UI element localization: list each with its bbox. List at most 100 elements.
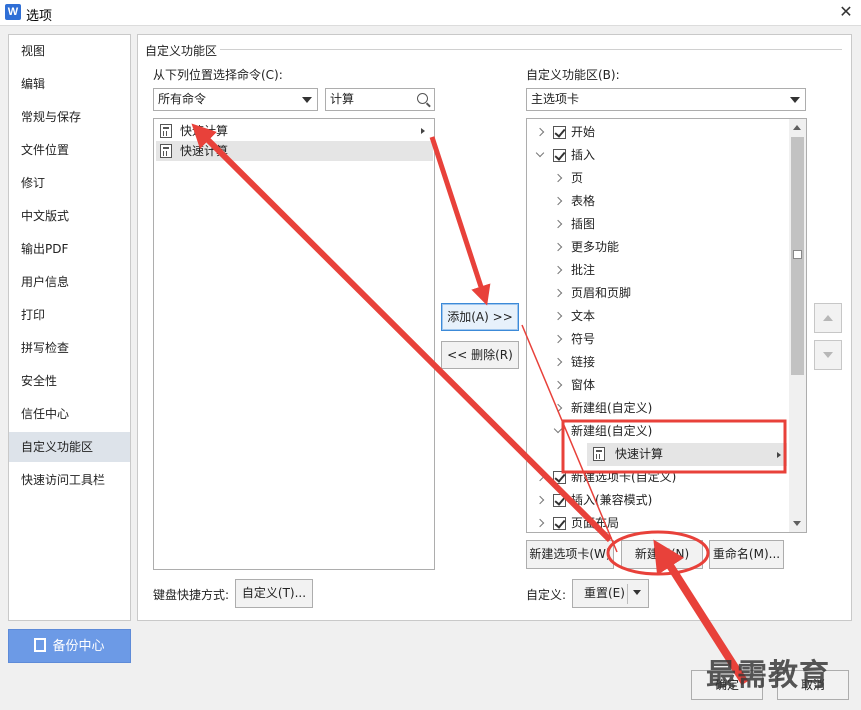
scroll-up-icon[interactable]	[793, 125, 801, 130]
move-up-button[interactable]	[814, 303, 842, 333]
chevron-right-icon[interactable]	[553, 242, 563, 252]
checkbox[interactable]	[553, 126, 566, 139]
tree-item[interactable]: 窗体	[527, 374, 787, 397]
move-down-button[interactable]	[814, 340, 842, 370]
keyboard-customize-button[interactable]: 自定义(T)...	[235, 579, 313, 608]
chevron-right-icon[interactable]	[553, 173, 563, 183]
checkbox[interactable]	[553, 517, 566, 530]
add-button[interactable]: 添加(A) >>	[441, 303, 519, 331]
tree-item[interactable]: 更多功能	[527, 236, 787, 259]
tree-item-label: 插入	[571, 148, 596, 162]
tree-item-label: 更多功能	[571, 240, 620, 254]
chevron-down-icon	[302, 97, 312, 103]
chevron-right-icon[interactable]	[553, 403, 563, 413]
dropdown-separator	[627, 584, 628, 604]
tree-item-label: 新建组(自定义)	[571, 424, 653, 438]
command-list[interactable]: 快速计算 快速计算	[153, 118, 435, 570]
tree-item[interactable]: 快速计算	[587, 443, 787, 466]
tree-item[interactable]: 页眉和页脚	[527, 282, 787, 305]
group-divider	[220, 49, 842, 50]
tree-item-label: 链接	[571, 355, 596, 369]
watermark-text: 最需教育	[706, 658, 830, 693]
scroll-down-icon[interactable]	[793, 521, 801, 526]
reset-dropdown-button[interactable]: 重置(E)	[572, 579, 649, 608]
calculator-icon	[160, 124, 172, 138]
new-group-button[interactable]: 新建组(N)	[621, 540, 703, 569]
search-icon[interactable]	[417, 93, 428, 104]
tree-item-label: 窗体	[571, 378, 596, 392]
chevron-right-icon[interactable]	[553, 288, 563, 298]
close-icon[interactable]: ✕	[836, 2, 856, 22]
nav-item[interactable]: 常规与保存	[9, 102, 130, 132]
tree-item[interactable]: 新建组(自定义)	[527, 397, 787, 420]
options-nav: 视图 编辑 常规与保存 文件位置 修订 中文版式 输出PDF 用户信息 打印 拼写检查 安全性 信任中…	[8, 34, 131, 621]
ribbon-tree[interactable]: 开始插入页表格插图更多功能批注页眉和页脚 文本 符号链接窗体新建组(自定义) 新建组(…	[526, 118, 807, 533]
chevron-right-icon[interactable]	[553, 380, 563, 390]
tree-item[interactable]: 表格	[527, 190, 787, 213]
backup-center-button[interactable]: 备份中心	[8, 629, 131, 663]
nav-item[interactable]: 打印	[9, 300, 130, 330]
nav-item[interactable]: 文件位置	[9, 135, 130, 165]
tree-item[interactable]: 页	[527, 167, 787, 190]
ribbon-select[interactable]: 主选项卡	[526, 88, 806, 111]
checkbox[interactable]	[553, 471, 566, 484]
tree-scrollbar[interactable]	[789, 119, 806, 532]
list-item[interactable]: 快速计算	[156, 141, 433, 161]
nav-item[interactable]: 用户信息	[9, 267, 130, 297]
tree-item-label: 表格	[571, 194, 596, 208]
arrow-down-icon	[823, 352, 833, 358]
tree-item[interactable]: 页面布局	[527, 512, 787, 532]
search-input[interactable]: 计算	[325, 88, 435, 111]
ribbon-value: 主选项卡	[531, 92, 580, 106]
tree-item[interactable]: 新建选项卡(自定义)	[527, 466, 787, 489]
tree-item[interactable]: 插入(兼容模式)	[527, 489, 787, 512]
tree-item[interactable]: 新建组(自定义)	[527, 420, 787, 443]
chevron-right-icon[interactable]	[535, 495, 545, 505]
nav-item[interactable]: 编辑	[9, 69, 130, 99]
wps-app-icon: W	[5, 4, 21, 20]
nav-item[interactable]: 自定义功能区	[9, 432, 130, 462]
remove-button[interactable]: << 删除(R)	[441, 341, 519, 369]
chevron-down-icon[interactable]	[535, 148, 545, 158]
chevron-right-icon[interactable]	[535, 127, 545, 137]
tree-item[interactable]: 符号	[527, 328, 787, 351]
tree-item-label: 新建选项卡(自定义)	[571, 470, 677, 484]
nav-item[interactable]: 信任中心	[9, 399, 130, 429]
chevron-right-icon[interactable]	[553, 265, 563, 275]
tree-item[interactable]: 批注	[527, 259, 787, 282]
tree-item-label: 页面布局	[571, 516, 620, 530]
nav-item[interactable]: 中文版式	[9, 201, 130, 231]
tree-item[interactable]: 插图	[527, 213, 787, 236]
chevron-down-icon[interactable]	[553, 424, 563, 434]
nav-item[interactable]: 输出PDF	[9, 234, 130, 264]
nav-item[interactable]: 拼写检查	[9, 333, 130, 363]
tree-item-label: 批注	[571, 263, 596, 277]
tree-item[interactable]: 文本	[527, 305, 787, 328]
chevron-down-icon	[633, 590, 641, 595]
nav-item[interactable]: 视图	[9, 36, 130, 66]
chevron-right-icon[interactable]	[553, 334, 563, 344]
nav-item[interactable]: 快速访问工具栏	[9, 465, 130, 495]
chevron-right-icon[interactable]	[535, 472, 545, 482]
chevron-right-icon[interactable]	[553, 311, 563, 321]
checkbox[interactable]	[553, 494, 566, 507]
checkbox[interactable]	[553, 149, 566, 162]
backup-label: 备份中心	[52, 639, 105, 654]
new-tab-button[interactable]: 新建选项卡(W)	[526, 540, 614, 569]
chevron-right-icon[interactable]	[553, 219, 563, 229]
choose-from-label: 从下列位置选择命令(C):	[153, 68, 283, 82]
chevron-down-icon	[790, 97, 800, 103]
tree-item-label: 页	[571, 171, 584, 185]
group-title: 自定义功能区	[145, 44, 218, 58]
nav-item[interactable]: 修订	[9, 168, 130, 198]
nav-item[interactable]: 安全性	[9, 366, 130, 396]
tree-item[interactable]: 插入	[527, 144, 787, 167]
chevron-right-icon[interactable]	[553, 357, 563, 367]
list-item[interactable]: 快速计算	[156, 121, 433, 141]
choose-from-select[interactable]: 所有命令	[153, 88, 318, 111]
rename-button[interactable]: 重命名(M)...	[709, 540, 784, 569]
chevron-right-icon[interactable]	[535, 518, 545, 528]
tree-item[interactable]: 链接	[527, 351, 787, 374]
tree-item[interactable]: 开始	[527, 121, 787, 144]
chevron-right-icon[interactable]	[553, 196, 563, 206]
